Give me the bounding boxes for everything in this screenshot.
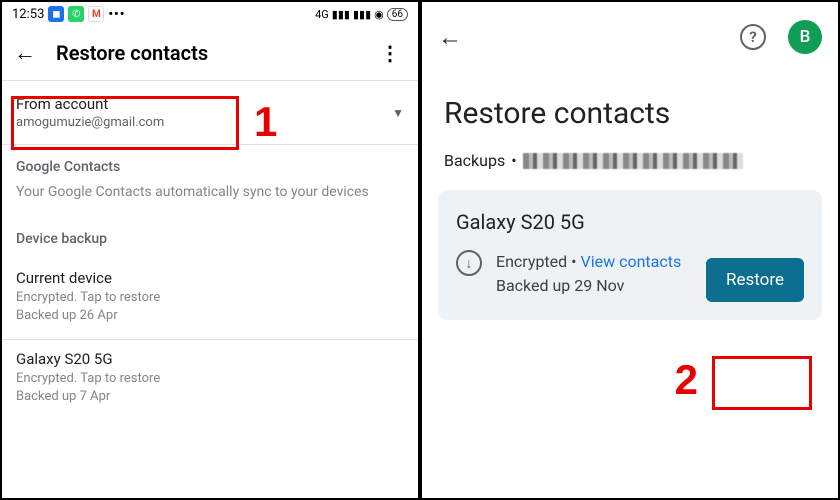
device-subtitle: Encrypted. Tap to restore — [16, 289, 404, 307]
device-backup-date: Backed up 26 Apr — [16, 307, 404, 325]
app-header: ← ? B — [422, 2, 838, 72]
whatsapp-icon: ✆ — [68, 6, 84, 22]
device-backup-section: Device backup — [2, 217, 418, 259]
device-title: Galaxy S20 5G — [16, 350, 404, 368]
avatar[interactable]: B — [788, 20, 822, 54]
view-contacts-link[interactable]: View contacts — [581, 252, 682, 271]
backup-card: Galaxy S20 5G ↓ Encrypted • View contact… — [438, 190, 822, 320]
page-title: Restore contacts — [422, 72, 838, 141]
device-backup-item[interactable]: Current device Encrypted. Tap to restore… — [2, 259, 418, 339]
battery-indicator: 66 — [387, 8, 408, 21]
restore-button[interactable]: Restore — [706, 258, 804, 302]
backup-date: Backed up 29 Nov — [496, 276, 624, 295]
annotation-number-2: 2 — [675, 356, 698, 404]
device-backup-item[interactable]: Galaxy S20 5G Encrypted. Tap to restore … — [2, 340, 418, 420]
chevron-down-icon[interactable]: ▼ — [392, 106, 404, 120]
back-arrow-icon[interactable]: ← — [438, 23, 462, 52]
device-title: Current device — [16, 269, 404, 287]
help-icon[interactable]: ? — [740, 24, 766, 50]
back-arrow-icon[interactable]: ← — [14, 40, 36, 66]
backup-device-name: Galaxy S20 5G — [456, 210, 804, 234]
google-contacts-heading: Google Contacts — [16, 159, 404, 175]
download-icon: ↓ — [456, 250, 482, 276]
google-contacts-text: Your Google Contacts automatically sync … — [16, 183, 404, 203]
device-backup-date: Backed up 7 Apr — [16, 388, 404, 406]
signal-icon-2: ▮▮▮ — [353, 8, 371, 21]
redacted-email — [523, 153, 743, 169]
from-account-row[interactable]: From account amogumuzie@gmail.com ▼ — [2, 81, 418, 144]
backups-label: Backups — [444, 151, 505, 170]
page-title: Restore contacts — [56, 41, 354, 65]
from-account-label: From account — [16, 95, 392, 113]
backups-row: Backups • — [422, 141, 838, 190]
app-icon-1: ◼ — [48, 6, 64, 22]
gmail-icon: M — [88, 6, 104, 22]
device-backup-heading: Device backup — [16, 231, 404, 247]
wifi-icon: ◉ — [374, 8, 384, 21]
status-bar: 12:53 ◼ ✆ M ••• 4G ▮▮▮ ▮▮▮ ◉ 66 — [2, 2, 418, 26]
google-contacts-section: Google Contacts Your Google Contacts aut… — [2, 145, 418, 217]
signal-icon: ▮▮▮ — [332, 8, 350, 21]
app-header: ← Restore contacts ⋮ — [2, 26, 418, 80]
overflow-menu-icon[interactable]: ⋮ — [374, 41, 406, 65]
status-time: 12:53 — [12, 7, 44, 22]
from-account-email: amogumuzie@gmail.com — [16, 115, 392, 130]
more-notifications-icon: ••• — [108, 7, 125, 22]
encrypted-label: Encrypted — [496, 252, 567, 271]
network-type: 4G — [315, 8, 329, 21]
annotation-box-2 — [712, 356, 812, 410]
device-subtitle: Encrypted. Tap to restore — [16, 370, 404, 388]
